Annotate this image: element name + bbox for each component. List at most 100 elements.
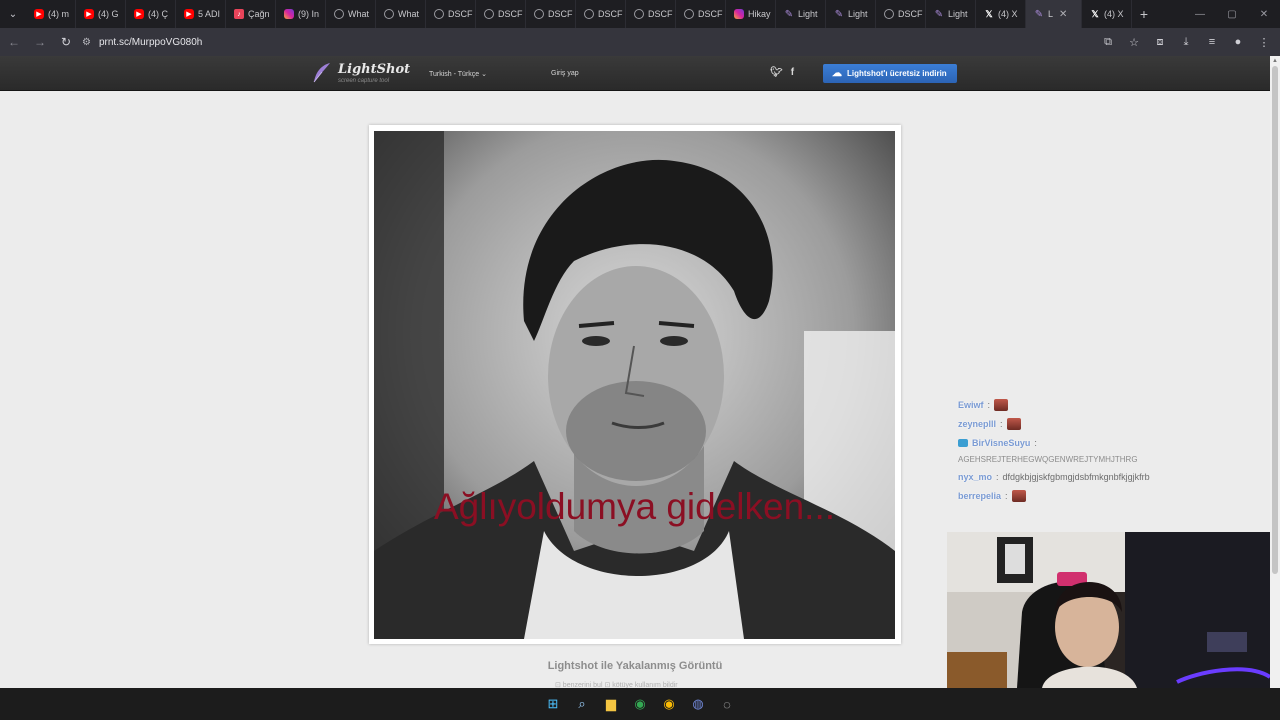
globe-icon: [384, 9, 394, 19]
screenshot-image[interactable]: Ağlıyoldumya gidelken...: [374, 131, 895, 639]
browser-tab[interactable]: What: [376, 0, 426, 28]
browser-tab[interactable]: ▶ (4) m: [26, 0, 76, 28]
back-icon[interactable]: ←: [2, 30, 26, 54]
maximize-icon[interactable]: ▢: [1216, 0, 1248, 28]
chat-message: zeyneplll :: [958, 414, 1218, 433]
tab-label: L: [1048, 9, 1054, 19]
tab-label: DSCF: [648, 9, 673, 19]
media-icon[interactable]: ≡: [1200, 30, 1224, 54]
close-window-icon[interactable]: ✕: [1248, 0, 1280, 28]
cloud-download-icon: ☁: [832, 68, 842, 79]
forward-icon[interactable]: →: [28, 30, 52, 54]
chat-separator: :: [996, 471, 999, 482]
tab-search-icon[interactable]: ⌄: [0, 0, 26, 28]
lightshot-logo[interactable]: LightShot screen capture tool: [312, 62, 410, 86]
browser-tab[interactable]: DSCF: [626, 0, 676, 28]
menu-kebab-icon[interactable]: ⋮: [1252, 30, 1276, 54]
tab-label: What: [348, 9, 370, 19]
chat-separator: :: [1005, 490, 1008, 501]
tab-label: (4) m: [48, 9, 69, 19]
chrome-icon-2[interactable]: ◉: [658, 693, 680, 715]
scroll-up-icon[interactable]: ▲: [1272, 58, 1278, 64]
browser-tab[interactable]: ▶ (4) Ç: [126, 0, 176, 28]
youtube-icon: ▶: [84, 9, 94, 19]
lightshot-icon: ✎: [834, 8, 844, 20]
browser-tab[interactable]: ▶ 5 ADI: [176, 0, 226, 28]
download-icon[interactable]: ⤓: [1174, 30, 1198, 54]
tab-label: Çağn: [248, 9, 270, 19]
tab-label: DSCF: [898, 9, 923, 19]
profile-avatar[interactable]: ●: [1226, 30, 1250, 54]
browser-tab[interactable]: Hikay: [726, 0, 776, 28]
browser-tab[interactable]: ✎ L ✕: [1026, 0, 1082, 28]
browser-tab[interactable]: 𝕏 (4) X: [976, 0, 1026, 28]
bookmark-star-icon[interactable]: ☆: [1122, 30, 1146, 54]
social-links: 🐦︎ f: [770, 67, 794, 78]
globe-icon: [334, 9, 344, 19]
windows-start-icon[interactable]: ⊞: [542, 693, 564, 715]
tab-label: Light: [848, 9, 868, 19]
install-app-icon[interactable]: ⧉: [1096, 30, 1120, 54]
chevron-down-icon: ⌄: [481, 71, 488, 78]
chat-text: dfdgkbjgjskfgbmgjdsbfmkgnbfkjgjkfrb: [1002, 471, 1150, 482]
lightshot-icon: ✎: [784, 8, 794, 20]
browser-tab[interactable]: DSCF: [476, 0, 526, 28]
browser-tab[interactable]: DSCF: [676, 0, 726, 28]
scrollbar-thumb[interactable]: [1272, 66, 1278, 574]
youtube-icon: ▶: [184, 9, 194, 19]
minimize-icon[interactable]: —: [1184, 0, 1216, 28]
tab-label: (4) X: [998, 9, 1018, 19]
browser-tab[interactable]: What: [326, 0, 376, 28]
browser-tab-strip: ⌄ ▶ (4) m ▶ (4) G ▶ (4) Ç ▶ 5 ADI ♪ Çağn (9) In Wha…: [0, 0, 1280, 28]
language-selector[interactable]: Turkish - Türkçe ⌄: [429, 70, 487, 78]
extensions-icon[interactable]: ⧈: [1148, 30, 1172, 54]
chat-message: AGEHSREJTERHEGWQGENWREJTYMHJTHRG: [958, 452, 1218, 467]
reload-icon[interactable]: ↻: [54, 30, 78, 54]
site-info-icon[interactable]: ⚙: [82, 37, 91, 48]
page-title-text: Lightshot ile Yakalanmış Görüntü: [547, 660, 723, 672]
tab-label: Light: [798, 9, 818, 19]
url-text: prnt.sc/MurppoVG080h: [98, 36, 203, 48]
browser-tab[interactable]: ✎ Light: [776, 0, 826, 28]
chat-separator: :: [1000, 418, 1003, 429]
tab-label: (4) X: [1104, 9, 1124, 19]
browser-tab[interactable]: DSCF: [426, 0, 476, 28]
obs-icon[interactable]: ◌: [716, 693, 738, 715]
download-label: Lightshot'ı ücretsiz indirin: [847, 69, 947, 78]
chat-message: BirVisneSuyu :: [958, 433, 1218, 452]
browser-tab[interactable]: (9) In: [276, 0, 326, 28]
browser-toolbar: ← → ↻ ⚙ prnt.sc/MurppoVG080h ⧉ ☆ ⧈ ⤓ ≡ ●…: [0, 28, 1280, 56]
search-icon[interactable]: ⌕: [571, 693, 593, 715]
browser-tab[interactable]: DSCF: [876, 0, 926, 28]
chat-separator: :: [1034, 437, 1037, 448]
chat-username: zeyneplll: [958, 418, 997, 429]
chat-username: berrepelia: [958, 490, 1002, 501]
browser-tab[interactable]: ▶ (4) G: [76, 0, 126, 28]
chat-emote-icon: [1006, 417, 1021, 430]
globe-icon: [884, 9, 894, 19]
x-icon: 𝕏: [985, 8, 993, 19]
twitter-icon[interactable]: 🐦︎: [770, 67, 783, 78]
download-button[interactable]: ☁ Lightshot'ı ücretsiz indirin: [823, 64, 957, 83]
instagram-icon: [734, 9, 744, 19]
browser-tab[interactable]: DSCF: [526, 0, 576, 28]
facebook-icon[interactable]: f: [791, 67, 794, 78]
browser-tab[interactable]: DSCF: [576, 0, 626, 28]
browser-tab[interactable]: 𝕏 (4) X: [1082, 0, 1132, 28]
globe-icon: [684, 9, 694, 19]
chat-separator: :: [987, 399, 991, 410]
page-scrollbar[interactable]: ▲: [1270, 56, 1280, 688]
browser-tab[interactable]: ✎ Light: [826, 0, 876, 28]
webcam-illustration: [947, 532, 1270, 688]
tab-close-icon[interactable]: ✕: [1059, 9, 1067, 20]
login-link[interactable]: Giriş yap: [551, 70, 579, 77]
chrome-icon[interactable]: ◉: [629, 693, 651, 715]
tab-label: DSCF: [498, 9, 523, 19]
browser-tab[interactable]: ✎ Light: [926, 0, 976, 28]
globe-icon: [434, 9, 444, 19]
new-tab-icon[interactable]: +: [1132, 6, 1156, 22]
address-bar[interactable]: ⚙ prnt.sc/MurppoVG080h: [82, 31, 1142, 53]
discord-icon[interactable]: ◍: [687, 693, 709, 715]
browser-tab[interactable]: ♪ Çağn: [226, 0, 276, 28]
file-explorer-icon[interactable]: ▆: [600, 693, 622, 715]
